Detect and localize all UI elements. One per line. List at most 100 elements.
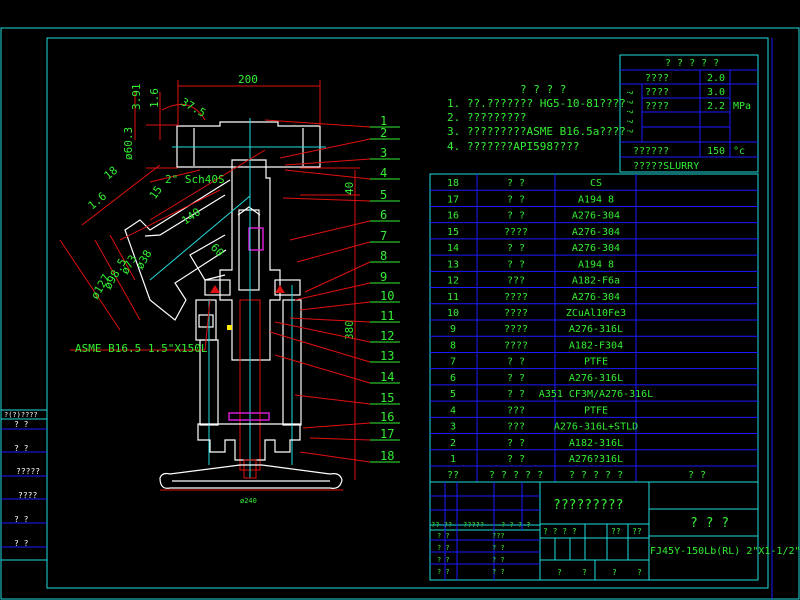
part-material: A182-F304 — [569, 340, 623, 351]
dim-angle: 37.5 — [179, 95, 208, 120]
part-name: ???? — [504, 227, 528, 238]
spec-value: 3.0 — [707, 87, 725, 98]
part-no: 7 — [450, 357, 456, 368]
part-name: ? ? — [507, 373, 525, 384]
part-balloon-13: 13 — [380, 349, 394, 363]
part-material: A276-304 — [572, 243, 620, 254]
dim-dia-240: ø240 — [240, 497, 257, 505]
part-balloon-18: 18 — [380, 449, 394, 463]
parts-row: 18 ? ? CS — [447, 178, 602, 189]
left-strip-item: ? ? — [14, 444, 29, 453]
part-no: 2 — [450, 438, 456, 449]
sign-cell: ? ? — [492, 568, 505, 576]
note-item: 4. ???????API598???? — [447, 140, 579, 153]
spec-table: ? ? ? ? ? ???? 2.0 ? ? ? ? ? ???? 3.0 ??… — [619, 54, 759, 173]
part-balloon-4: 4 — [380, 166, 387, 180]
parts-row: 17 ? ? A194 8 — [447, 194, 614, 205]
spec-value: 2.0 — [707, 73, 725, 84]
sign-cell: ??? — [492, 532, 505, 540]
parts-header-no: ?? — [447, 470, 459, 481]
part-material: A276-316L — [569, 324, 623, 335]
sign-cell: ? ? — [437, 568, 450, 576]
leader-line — [274, 354, 371, 384]
sign-header: ?? ?? — [431, 521, 452, 529]
part-no: 15 — [447, 227, 459, 238]
left-strip-table: ?(?)???? ? ? ? ? ????? ???? ? ? ? ? — [0, 409, 48, 561]
part-material: A276-316L — [569, 373, 623, 384]
left-strip-item: ???? — [18, 491, 37, 500]
part-no: 3 — [450, 422, 456, 433]
bottom-cell: ? — [612, 568, 617, 577]
part-name: ? ? — [507, 178, 525, 189]
parts-row: 3??? A276-316L+STLD — [450, 422, 638, 433]
part-material: A276-304 — [572, 227, 620, 238]
part-name: ???? — [504, 324, 528, 335]
part-material: A194 8 — [578, 259, 614, 270]
parts-row: 8???? A182-F304 — [450, 340, 623, 351]
left-strip-item: ? ? — [14, 515, 29, 524]
parts-row: 14 ? ? A276-304 — [447, 243, 620, 254]
part-balloon-8: 8 — [380, 249, 387, 263]
sign-cell: ? ? — [492, 544, 505, 552]
part-balloon-12: 12 — [380, 329, 394, 343]
part-material: A276-316L+STLD — [554, 422, 638, 433]
drawing-name: ????????? — [553, 498, 623, 513]
part-no: 1 — [450, 454, 456, 465]
left-strip-item: ????? — [16, 467, 40, 476]
leader-line — [299, 451, 371, 463]
spec-value: 150 — [707, 146, 725, 157]
part-name: ? ? — [507, 389, 525, 400]
part-no: 17 — [447, 194, 459, 205]
part-name: ? ? — [507, 243, 525, 254]
leader-line — [284, 158, 371, 166]
company-name: ? ? ? — [690, 516, 729, 531]
outer-frame — [0, 27, 800, 600]
spec-label: ???? — [645, 87, 669, 98]
leader-line — [289, 317, 371, 323]
parts-row: 12??? A182-F6a — [447, 276, 620, 287]
bottom-cell: ? — [637, 568, 642, 577]
valve-outline — [124, 118, 343, 489]
part-name: ???? — [504, 292, 528, 303]
part-material: A351 CF3M/A276-316L — [539, 389, 653, 400]
sign-cell: ? ? — [437, 556, 450, 564]
part-no: 5 — [450, 389, 456, 400]
note-item: 3. ?????????ASME B16.5a???? — [447, 125, 626, 138]
part-material: A276?316L — [569, 454, 623, 465]
part-balloon-16: 16 — [380, 410, 394, 424]
part-balloon-14: 14 — [380, 370, 394, 384]
part-name: ? ? — [507, 211, 525, 222]
parts-row: 13 ? ? A194 8 — [447, 259, 614, 270]
stage-label: ? ? ? ? — [543, 527, 577, 536]
cad-drawing-sheet: ?(?)???? ? ? ? ? ????? ???? ? ? ? ? 200 … — [0, 27, 800, 600]
part-no: 9 — [450, 324, 456, 335]
technical-notes: ? ? ? ? 1. ??.??????? HG5-10-81???? 2. ?… — [447, 83, 626, 153]
part-no: 18 — [447, 178, 459, 189]
parts-row: 2 ? ? A182-316L — [450, 438, 623, 449]
pipe-spec-label: 2" Sch40S — [165, 173, 225, 186]
part-balloon-11: 11 — [380, 309, 394, 323]
dim-40: 40 — [343, 182, 356, 195]
part-balloon-2: 2 — [380, 126, 387, 140]
part-no: 4 — [450, 405, 456, 416]
spec-unit: MPa — [733, 101, 751, 112]
part-material: CS — [590, 178, 602, 189]
part-material: PTFE — [584, 357, 608, 368]
spec-medium: ?????SLURRY — [633, 161, 699, 172]
part-name: ??? — [507, 276, 525, 287]
part-balloon-3: 3 — [380, 146, 387, 160]
part-material: A182-F6a — [572, 276, 620, 287]
leader-line — [294, 394, 371, 405]
note-item: 2. ????????? — [447, 111, 526, 124]
parts-row: 10???? ZCuAl10Fe3 — [447, 308, 626, 319]
part-balloon-9: 9 — [380, 270, 387, 284]
part-no: 13 — [447, 259, 459, 270]
leader-line — [309, 437, 371, 441]
spec-label: ???? — [645, 101, 669, 112]
inner-frame — [46, 37, 769, 589]
part-balloon-7: 7 — [380, 229, 387, 243]
part-name: ???? — [504, 340, 528, 351]
parts-row: 6 ? ? A276-316L — [450, 373, 623, 384]
part-balloon-5: 5 — [380, 188, 387, 202]
dim-18: 18 — [102, 164, 121, 182]
